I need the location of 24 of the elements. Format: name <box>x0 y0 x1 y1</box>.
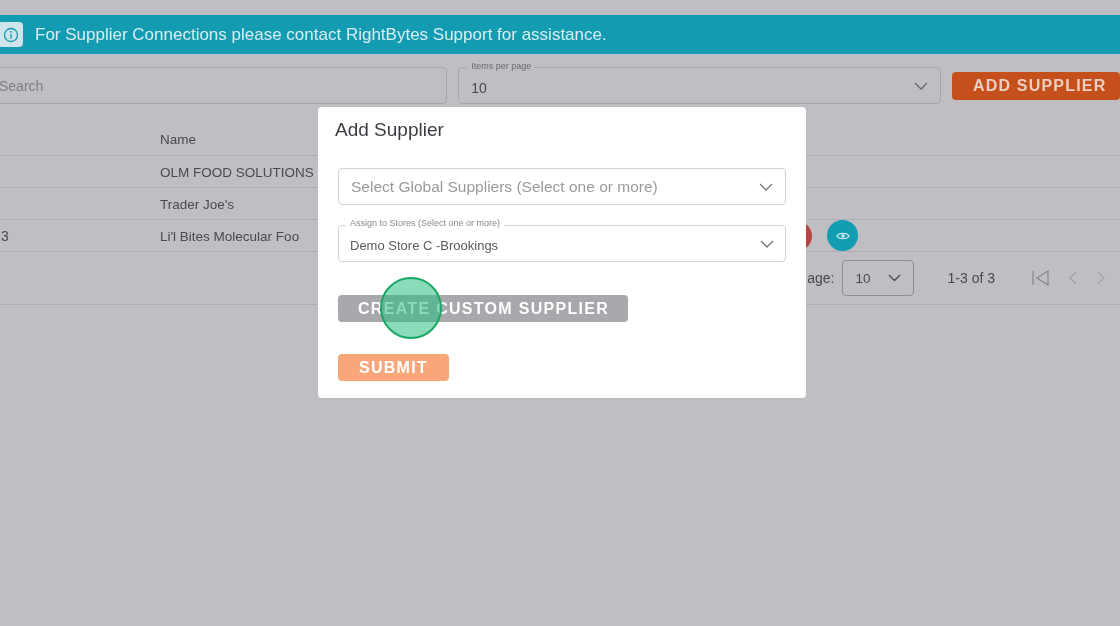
chevron-down-icon <box>887 274 901 282</box>
eye-icon <box>835 230 850 241</box>
rows-per-page-select[interactable]: 10 <box>841 260 914 296</box>
chevron-down-icon <box>759 182 773 191</box>
submit-button[interactable]: SUBMIT <box>338 354 449 381</box>
page-range: 1-3 of 3 <box>947 270 995 286</box>
field-label: Assign to Stores (Select one or more) <box>346 218 505 228</box>
table-cell: Trader Joe's <box>160 196 235 212</box>
chevron-down-icon <box>913 81 928 90</box>
chevron-down-icon <box>760 239 774 248</box>
field-label: Items per page <box>467 61 536 71</box>
table-cell: Li'l Bites Molecular Foo <box>160 228 300 244</box>
banner-text: For Supplier Connections please contact RightBytes Support for assistance. <box>35 24 607 45</box>
dialog-title: Add Supplier <box>335 119 445 141</box>
search-field[interactable]: Search <box>0 67 448 104</box>
stores-select[interactable]: Assign to Stores (Select one or more) Demo Store C -Brookings <box>338 218 786 262</box>
table-cell: OLM FOOD SOLUTIONS <box>160 164 314 180</box>
rows-per-page-label: age: <box>807 270 835 286</box>
column-header: Name <box>160 132 196 147</box>
first-page-icon[interactable] <box>1031 268 1051 288</box>
view-button[interactable] <box>827 220 858 251</box>
add-supplier-button[interactable]: ADD SUPPLIER <box>951 72 1120 100</box>
global-suppliers-select[interactable]: Select Global Suppliers (Select one or more) <box>338 168 786 205</box>
table-cell: 3 <box>1 227 9 244</box>
